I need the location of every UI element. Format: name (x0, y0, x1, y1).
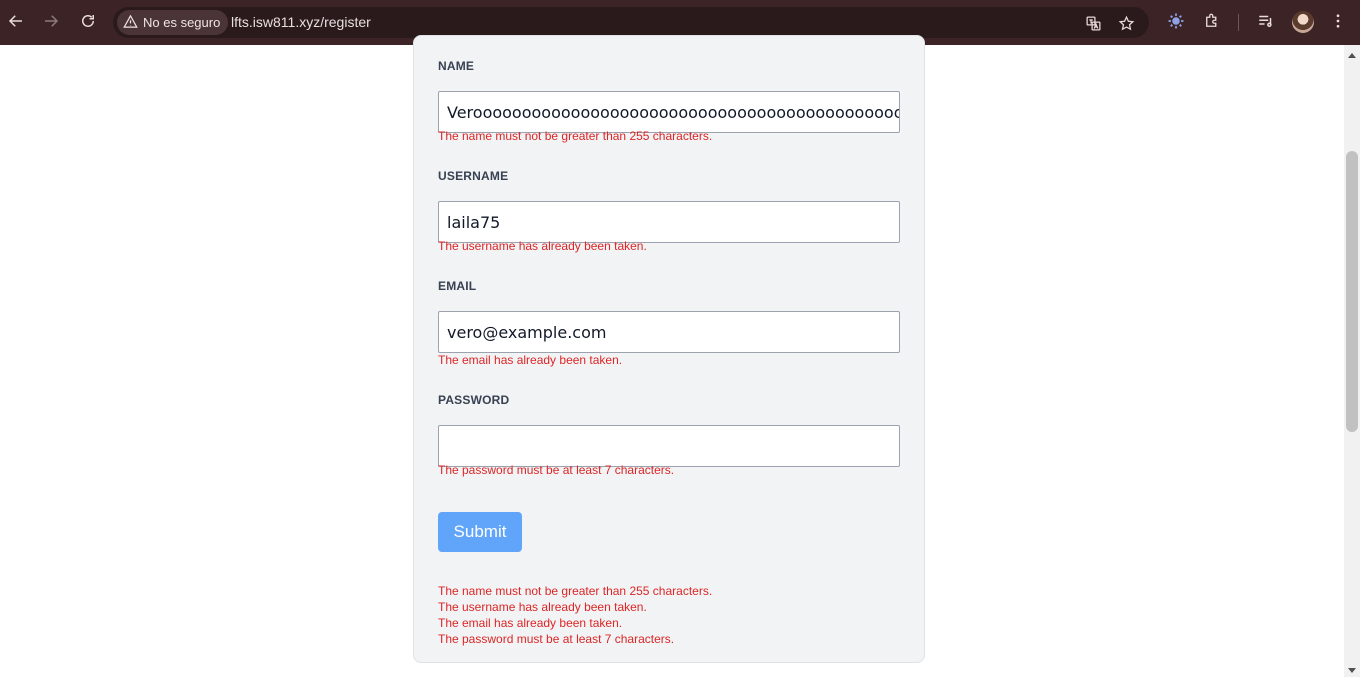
name-input[interactable]: Verooooooooooooooooooooooooooooooooooooo… (438, 91, 900, 133)
forward-button[interactable] (37, 9, 65, 37)
address-bar[interactable]: No es seguro lfts.isw811.xyz/register (113, 7, 1149, 38)
gear-icon (1167, 12, 1185, 35)
reload-icon (79, 12, 97, 35)
profile-avatar[interactable] (1292, 11, 1314, 33)
username-input[interactable]: laila75 (438, 201, 900, 243)
vertical-scrollbar[interactable] (1344, 45, 1360, 677)
star-icon[interactable] (1116, 13, 1136, 33)
password-error: The password must be at least 7 characte… (438, 463, 675, 477)
security-indicator[interactable]: No es seguro (117, 10, 229, 35)
security-label: No es seguro (143, 15, 221, 30)
arrow-right-icon (42, 12, 60, 35)
toolbar-divider (1238, 14, 1239, 31)
error-summary: The name must not be greater than 255 ch… (438, 583, 712, 647)
playlist-icon (1257, 12, 1275, 35)
submit-button[interactable]: Submit (438, 512, 522, 552)
back-button[interactable] (2, 9, 30, 37)
puzzle-icon (1203, 12, 1221, 35)
email-label: EMAIL (438, 279, 477, 293)
more-vertical-icon (1329, 12, 1347, 35)
url-text[interactable]: lfts.isw811.xyz/register (231, 14, 371, 30)
scroll-up-arrow-icon[interactable] (1348, 53, 1356, 58)
email-error: The email has already been taken. (438, 353, 623, 367)
page-content: NAME Veroooooooooooooooooooooooooooooooo… (0, 35, 1344, 677)
warning-icon (123, 14, 138, 32)
username-error: The username has already been taken. (438, 239, 647, 253)
name-error: The name must not be greater than 255 ch… (438, 129, 713, 143)
error-summary-item: The name must not be greater than 255 ch… (438, 584, 713, 598)
register-form: NAME Veroooooooooooooooooooooooooooooooo… (413, 35, 925, 663)
error-summary-item: The password must be at least 7 characte… (438, 632, 675, 646)
scroll-down-arrow-icon[interactable] (1348, 668, 1356, 673)
menu-button[interactable] (1324, 9, 1352, 37)
password-input[interactable] (438, 425, 900, 467)
extension-gear-button[interactable] (1162, 9, 1190, 37)
reload-button[interactable] (74, 9, 102, 37)
extensions-button[interactable] (1198, 9, 1226, 37)
password-label: PASSWORD (438, 393, 510, 407)
media-control-button[interactable] (1252, 9, 1280, 37)
error-summary-item: The username has already been taken. (438, 600, 647, 614)
arrow-left-icon (7, 12, 25, 35)
username-label: USERNAME (438, 169, 509, 183)
name-label: NAME (438, 59, 475, 73)
scrollbar-thumb[interactable] (1346, 151, 1358, 432)
error-summary-item: The email has already been taken. (438, 616, 623, 630)
email-input[interactable]: vero@example.com (438, 311, 900, 353)
translate-icon[interactable] (1083, 13, 1103, 33)
